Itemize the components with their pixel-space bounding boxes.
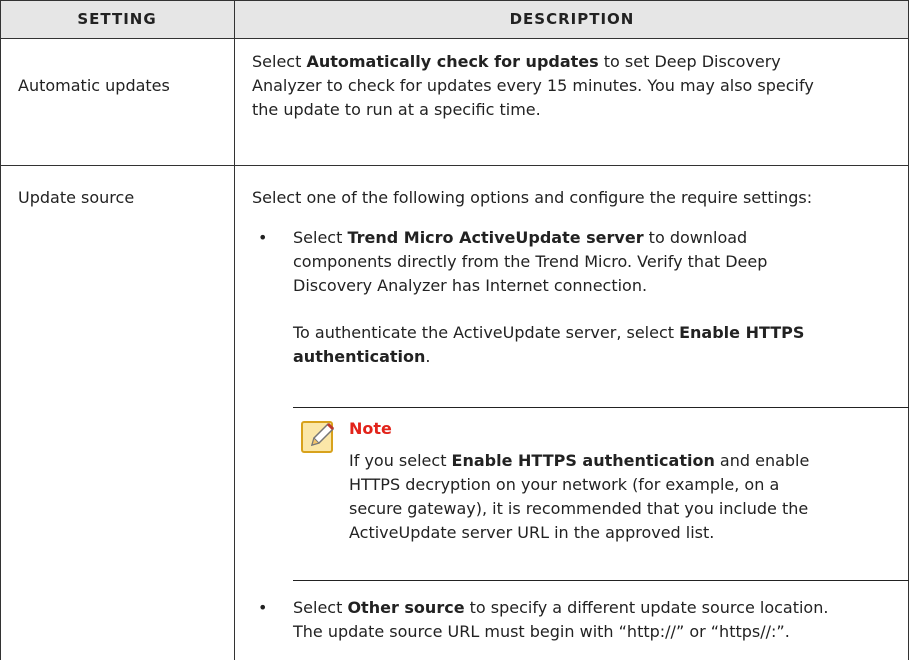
- bullet1-pre: Select: [293, 228, 348, 247]
- bullet1-line3: Discovery Analyzer has Internet connecti…: [293, 276, 648, 295]
- bullet1-text: Select Trend Micro ActiveUpdate server t…: [293, 226, 893, 298]
- table-border-top: [0, 0, 909, 1]
- auth-post: .: [425, 347, 431, 366]
- note-line4: ActiveUpdate server URL in the approved …: [349, 523, 715, 542]
- bullet2-line2: The update source URL must begin with “h…: [293, 622, 790, 641]
- header-setting-label: Setting: [77, 10, 157, 28]
- auth-bold1: Enable HTTPS: [679, 323, 805, 342]
- row1-desc-line1: Select Automatically check for updates t…: [252, 50, 902, 74]
- row2-setting: Update source: [18, 188, 135, 207]
- row2-intro: Select one of the following options and …: [252, 188, 813, 207]
- note-pencil-icon: [300, 418, 338, 456]
- note-icon-svg: [301, 421, 335, 453]
- auth-line1: To authenticate the ActiveUpdate server,…: [293, 321, 893, 345]
- bullet2-line1: Select Other source to specify a differe…: [293, 596, 909, 620]
- table-border-left: [0, 0, 1, 660]
- header-description-label: Description: [509, 10, 635, 28]
- note-line2: HTTPS decryption on your network (for ex…: [349, 475, 780, 494]
- note-title: Note: [349, 419, 392, 438]
- row1-description: Select Automatically check for updates t…: [252, 50, 902, 122]
- auth-pre: To authenticate the ActiveUpdate server,…: [293, 323, 680, 342]
- header-setting: Setting: [0, 0, 234, 38]
- header-description: Description: [235, 0, 909, 38]
- auth-text: To authenticate the ActiveUpdate server,…: [293, 321, 893, 369]
- row1-desc-text1: Select: [252, 52, 307, 71]
- header-divider: [0, 38, 909, 39]
- bullet-2: •: [258, 598, 268, 617]
- row1-desc-line3: the update to run at a specific time.: [252, 100, 541, 119]
- bullet2-pre: Select: [293, 598, 348, 617]
- note-line3: secure gateway), it is recommended that …: [349, 499, 809, 518]
- row1-setting: Automatic updates: [18, 76, 170, 95]
- auth-line2: authentication.: [293, 345, 893, 369]
- bullet2-bold: Other source: [347, 598, 465, 617]
- auth-bold2: authentication: [293, 347, 426, 366]
- row-divider: [0, 165, 909, 166]
- row1-desc-line2: Analyzer to check for updates every 15 m…: [252, 76, 814, 95]
- bullet-1: •: [258, 228, 268, 247]
- bullet1-bold: Trend Micro ActiveUpdate server: [347, 228, 644, 247]
- note-body: If you select Enable HTTPS authenticatio…: [349, 449, 889, 545]
- note-bottom-rule: [293, 580, 909, 581]
- settings-table: Setting Description Automatic updates Se…: [0, 0, 909, 660]
- note-line1-bold: Enable HTTPS authentication: [451, 451, 715, 470]
- note-line1-pre: If you select: [349, 451, 452, 470]
- column-divider: [234, 0, 235, 660]
- bullet1-line2: components directly from the Trend Micro…: [293, 252, 768, 271]
- bullet1-line1: Select Trend Micro ActiveUpdate server t…: [293, 226, 893, 250]
- note-line1: If you select Enable HTTPS authenticatio…: [349, 449, 889, 473]
- bullet1-post: to download: [643, 228, 748, 247]
- row1-desc-text2: to set Deep Discovery: [598, 52, 781, 71]
- note-line1-post: and enable: [714, 451, 810, 470]
- bullet2-post: to specify a different update source loc…: [464, 598, 829, 617]
- row1-desc-bold: Automatically check for updates: [306, 52, 599, 71]
- bullet2-text: Select Other source to specify a differe…: [293, 596, 909, 644]
- note-top-rule: [293, 407, 909, 408]
